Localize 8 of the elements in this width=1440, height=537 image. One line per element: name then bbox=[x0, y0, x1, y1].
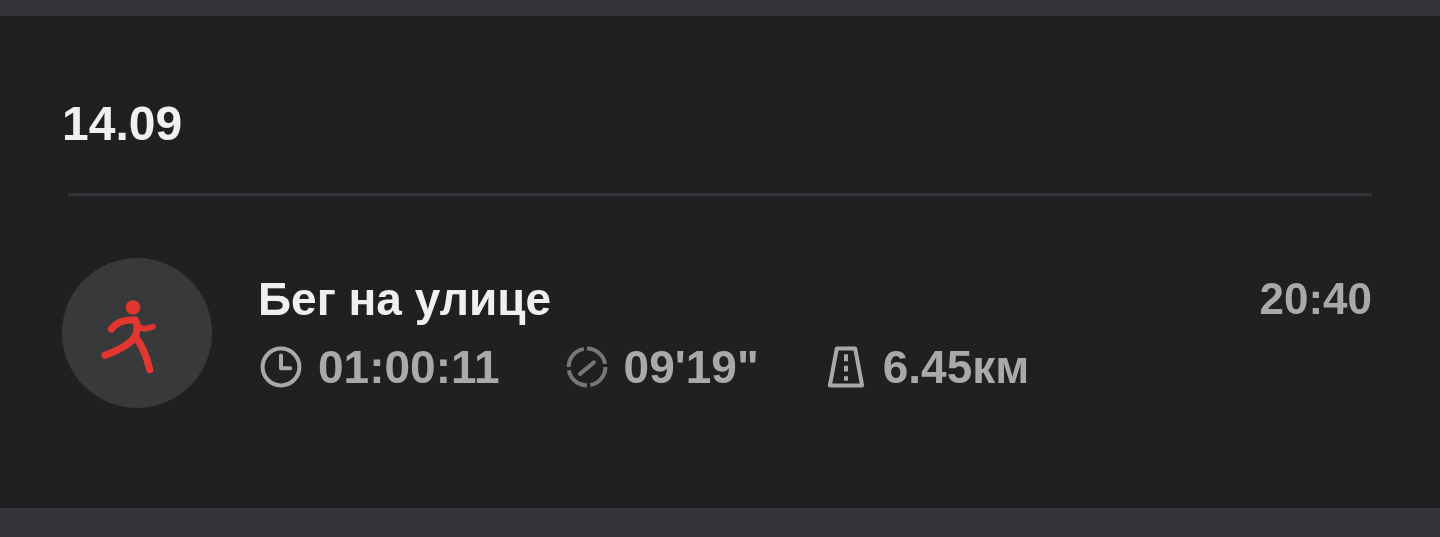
stat-value: 6.45км bbox=[882, 340, 1030, 394]
clock-icon bbox=[258, 344, 304, 390]
activity-row[interactable]: Бег на улице 20:40 01:00:11 09'19" 6.45км bbox=[62, 258, 1372, 408]
activity-title: Бег на улице bbox=[258, 272, 552, 326]
date-heading: 14.09 bbox=[62, 96, 184, 151]
stat-value: 01:00:11 bbox=[318, 340, 500, 394]
stat-value: 09'19" bbox=[623, 340, 759, 394]
activity-time: 20:40 bbox=[1259, 274, 1372, 324]
